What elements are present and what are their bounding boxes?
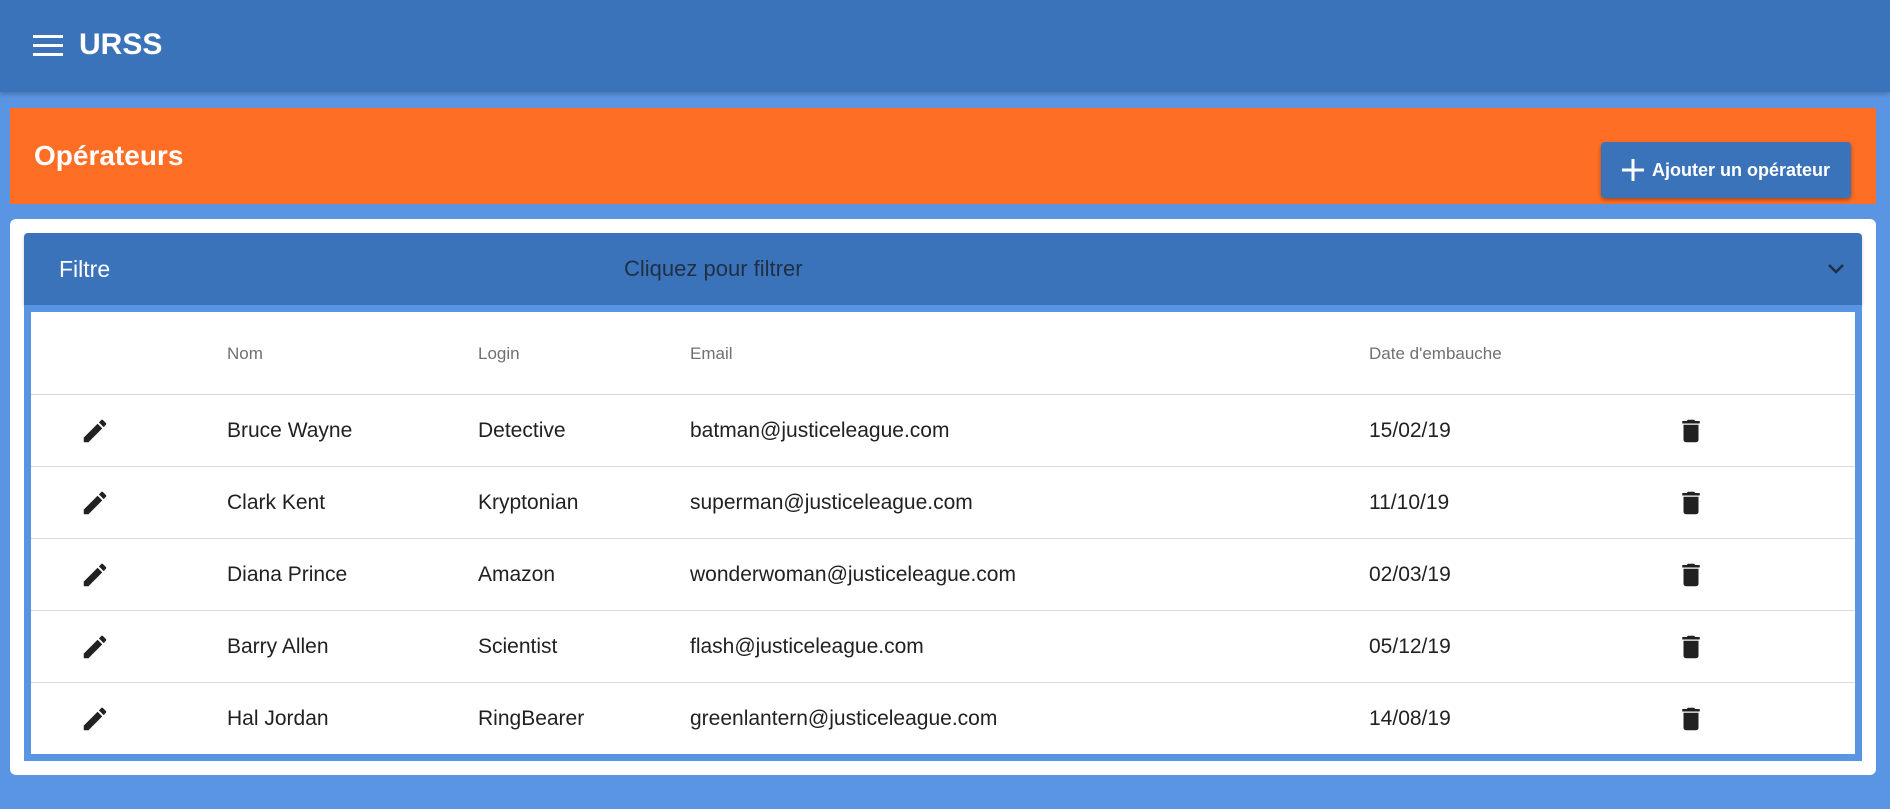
edit-button[interactable] <box>79 703 111 735</box>
cell-email: batman@justiceleague.com <box>690 419 950 442</box>
page-title: Opérateurs <box>34 140 184 171</box>
table-row: Clark Kent Kryptonian superman@justicele… <box>31 467 1855 539</box>
trash-icon <box>1682 419 1700 443</box>
delete-button[interactable] <box>1675 487 1707 519</box>
plus-icon <box>1621 159 1644 181</box>
app-bar: URSS <box>0 0 1890 92</box>
filter-hint: Cliquez pour filtrer <box>624 256 803 281</box>
operators-table: Nom Login Email Date d'embauche Bruce Wa… <box>31 312 1855 754</box>
trash-icon <box>1682 491 1700 515</box>
cell-nom: Hal Jordan <box>227 707 329 730</box>
table-row: Diana Prince Amazon wonderwoman@justicel… <box>31 539 1855 611</box>
column-header-email[interactable]: Email <box>690 344 733 364</box>
cell-login: Detective <box>478 419 566 442</box>
add-operator-label: Ajouter un opérateur <box>1651 159 1830 180</box>
pencil-icon <box>83 707 107 731</box>
delete-button[interactable] <box>1675 415 1707 447</box>
cell-email: superman@justiceleague.com <box>690 491 973 514</box>
column-header-date[interactable]: Date d'embauche <box>1369 344 1502 364</box>
add-operator-button[interactable]: Ajouter un opérateur <box>1601 142 1851 198</box>
edit-button[interactable] <box>79 559 111 591</box>
cell-date: 14/08/19 <box>1369 707 1451 730</box>
pencil-icon <box>83 563 107 587</box>
menu-icon <box>33 35 63 56</box>
table-row: Hal Jordan RingBearer greenlantern@justi… <box>31 683 1855 754</box>
operators-card: Filtre Cliquez pour filtrer Nom Login Em… <box>10 219 1876 775</box>
cell-date: 02/03/19 <box>1369 563 1451 586</box>
trash-icon <box>1682 707 1700 731</box>
cell-nom: Bruce Wayne <box>227 419 353 442</box>
pencil-icon <box>83 419 107 443</box>
cell-nom: Clark Kent <box>227 491 326 514</box>
filter-label: Filtre <box>59 256 111 282</box>
cell-email: wonderwoman@justiceleague.com <box>690 563 1016 586</box>
pencil-icon <box>83 635 107 659</box>
delete-button[interactable] <box>1675 631 1707 663</box>
pencil-icon <box>83 491 107 515</box>
cell-date: 15/02/19 <box>1369 419 1451 442</box>
delete-button[interactable] <box>1675 559 1707 591</box>
table-row: Barry Allen Scientist flash@justiceleagu… <box>31 611 1855 683</box>
cell-date: 11/10/19 <box>1369 491 1450 514</box>
page-header: Opérateurs Ajouter un opérateur <box>10 108 1876 204</box>
trash-icon <box>1682 563 1700 587</box>
filter-panel-toggle[interactable]: Filtre Cliquez pour filtrer <box>24 233 1862 305</box>
cell-login: Kryptonian <box>478 491 579 514</box>
cell-login: RingBearer <box>478 707 585 730</box>
delete-button[interactable] <box>1675 703 1707 735</box>
cell-login: Scientist <box>478 635 558 658</box>
cell-email: flash@justiceleague.com <box>690 635 924 658</box>
cell-nom: Diana Prince <box>227 563 348 586</box>
edit-button[interactable] <box>79 415 111 447</box>
chevron-down-icon <box>1828 264 1844 274</box>
table-row: Bruce Wayne Detective batman@justiceleag… <box>31 395 1855 467</box>
menu-button[interactable] <box>28 28 68 64</box>
edit-button[interactable] <box>79 631 111 663</box>
trash-icon <box>1682 635 1700 659</box>
cell-date: 05/12/19 <box>1369 635 1451 658</box>
column-header-nom[interactable]: Nom <box>227 344 263 364</box>
column-header-login[interactable]: Login <box>478 344 520 364</box>
cell-login: Amazon <box>478 563 556 586</box>
app-title: URSS <box>79 28 163 61</box>
operators-table-frame: Nom Login Email Date d'embauche Bruce Wa… <box>24 305 1862 761</box>
table-header: Nom Login Email Date d'embauche <box>31 312 1855 395</box>
cell-email: greenlantern@justiceleague.com <box>690 707 998 730</box>
cell-nom: Barry Allen <box>227 635 329 658</box>
edit-button[interactable] <box>79 487 111 519</box>
